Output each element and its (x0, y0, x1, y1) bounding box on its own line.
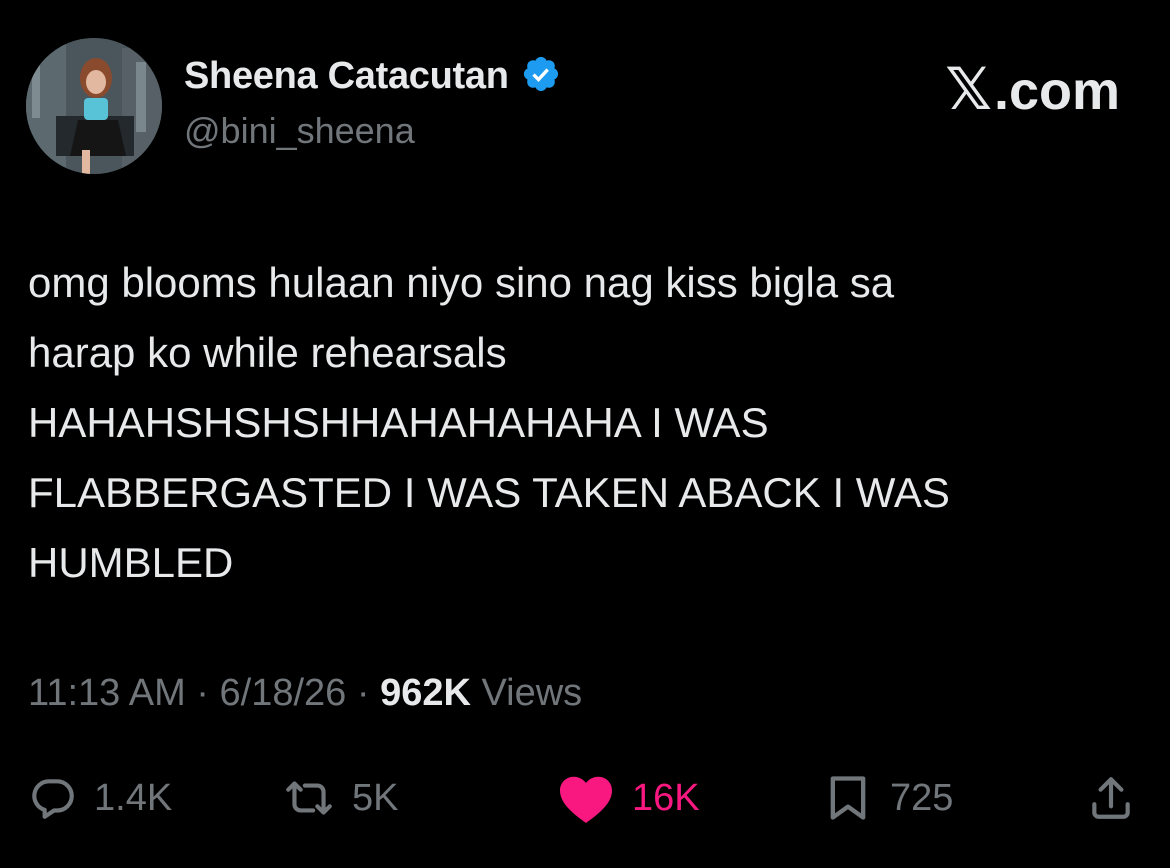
tweet-date[interactable]: 6/18/26 (220, 672, 347, 714)
tweet-text-line: HUMBLED (28, 539, 234, 586)
like-button[interactable]: 16K (556, 760, 700, 836)
repost-button[interactable]: 5K (282, 760, 398, 836)
like-count: 16K (632, 776, 700, 819)
brand-suffix: .com (993, 61, 1120, 121)
tweet-text-line: omg blooms hulaan niyo sino nag kiss big… (28, 259, 895, 306)
verified-badge-icon (521, 54, 561, 99)
meta-separator: · (196, 672, 209, 714)
meta-separator: · (356, 672, 370, 714)
avatar-photo (26, 38, 162, 174)
x-com-brand: 𝕏 .com (945, 60, 1120, 122)
tweet-text-line: harap ko while rehearsals (28, 329, 507, 376)
bookmark-button[interactable]: 725 (822, 760, 953, 836)
author-name-row: Sheena Catacutan (184, 54, 561, 99)
x-logo-icon: 𝕏 (945, 55, 992, 123)
reply-count: 1.4K (94, 776, 173, 819)
reply-icon (28, 773, 78, 823)
avatar[interactable] (26, 38, 162, 174)
heart-icon (556, 772, 616, 824)
views-count: 962K (380, 672, 471, 714)
author-handle[interactable]: @bini_sheena (184, 110, 415, 152)
tweet-text-line: FLABBERGASTED I WAS TAKEN ABACK I WAS (28, 469, 950, 516)
reply-button[interactable]: 1.4K (28, 760, 172, 836)
tweet-card: Sheena Catacutan @bini_sheena 𝕏 .com omg… (0, 0, 1170, 868)
bookmark-icon (822, 771, 874, 825)
views-label: Views (481, 672, 583, 714)
share-icon (1086, 773, 1136, 823)
bookmark-count: 725 (890, 776, 954, 819)
tweet-text-line: HAHAHSHSHSHHAHAHAHAHA I WAS (28, 399, 769, 446)
author-display-name[interactable]: Sheena Catacutan (184, 55, 509, 98)
tweet-time[interactable]: 11:13 AM (28, 672, 186, 714)
tweet-text: omg blooms hulaan niyo sino nag kiss big… (28, 248, 1138, 598)
action-bar: 1.4K 5K 16K 725 (0, 760, 1170, 836)
share-button[interactable] (1086, 760, 1136, 836)
tweet-meta: 11:13 AM · 6/18/26 · 962K Views (28, 672, 582, 715)
repost-count: 5K (352, 776, 399, 819)
repost-icon (282, 773, 336, 823)
